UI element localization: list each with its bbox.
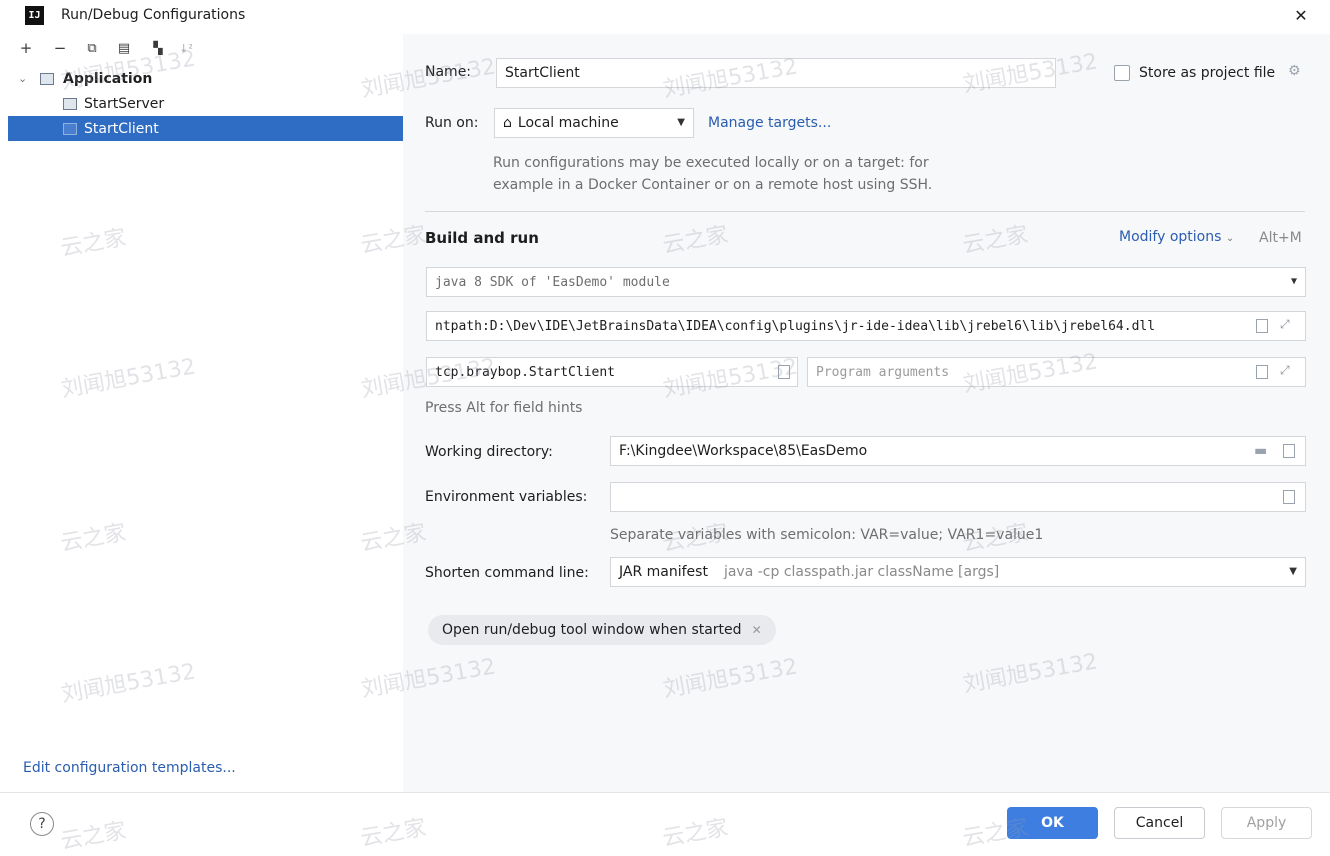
jdk-select[interactable]: java 8 SDK of 'EasDemo' module ▼ — [426, 267, 1306, 297]
intellij-app-icon: IJ — [25, 6, 44, 25]
gear-icon[interactable]: ⚙ — [1288, 63, 1301, 79]
open-tool-window-label: Open run/debug tool window when started — [442, 622, 742, 638]
shorten-command-line-label: Shorten command line: — [425, 565, 589, 581]
expand-icon[interactable]: ⤢ — [1280, 363, 1290, 378]
environment-variables-label: Environment variables: — [425, 489, 588, 505]
run-on-select[interactable]: ⌂ Local machine ▼ — [494, 108, 694, 138]
application-config-icon — [63, 97, 77, 110]
tree-item-startclient[interactable]: StartClient — [8, 116, 403, 141]
cancel-button[interactable]: Cancel — [1114, 807, 1205, 839]
document-icon[interactable] — [1283, 490, 1295, 504]
vm-options-field[interactable]: ntpath:D:\Dev\IDE\JetBrainsData\IDEA\con… — [426, 311, 1306, 341]
run-on-label: Run on: — [425, 115, 479, 131]
build-and-run-title: Build and run — [425, 229, 539, 247]
open-tool-window-option-chip[interactable]: Open run/debug tool window when started … — [428, 615, 776, 645]
shorten-command-line-value: JAR manifest — [619, 564, 708, 580]
tree-group-application[interactable]: ⌄ Application — [8, 66, 403, 91]
chevron-down-icon: ▼ — [1290, 276, 1297, 287]
edit-templates-link[interactable]: Edit configuration templates... — [23, 760, 236, 776]
help-button[interactable]: ? — [30, 812, 54, 836]
configurations-panel — [8, 34, 403, 792]
home-icon: ⌂ — [503, 115, 512, 131]
tree-item-startserver[interactable]: StartServer — [8, 91, 403, 116]
name-field[interactable]: StartClient — [496, 58, 1056, 88]
vm-options-value: ntpath:D:\Dev\IDE\JetBrainsData\IDEA\con… — [435, 318, 1156, 334]
working-directory-field[interactable]: F:\Kingdee\Workspace\85\EasDemo — [610, 436, 1306, 466]
copy-icon[interactable]: ⧉ — [82, 38, 102, 58]
environment-variables-hint: Separate variables with semicolon: VAR=v… — [610, 527, 1044, 543]
apply-button[interactable]: Apply — [1221, 807, 1312, 839]
separator — [425, 211, 1305, 212]
save-icon[interactable]: ▤ — [114, 38, 134, 58]
program-arguments-placeholder: Program arguments — [816, 364, 950, 380]
expand-icon[interactable]: ⤢ — [1280, 317, 1290, 332]
title-bar: IJ Run/Debug Configurations ✕ — [0, 0, 1330, 32]
chevron-down-icon: ⌄ — [1225, 233, 1235, 244]
chevron-down-icon[interactable]: ⌄ — [18, 72, 27, 85]
name-label: Name: — [425, 64, 472, 80]
shorten-command-line-detail: java -cp classpath.jar className [args] — [723, 564, 1000, 580]
move-to-folder-icon[interactable]: ▚ — [148, 38, 168, 58]
document-icon[interactable] — [1256, 365, 1268, 379]
run-debug-dialog: IJ Run/Debug Configurations ✕ + − ⧉ ▤ ▚ … — [0, 0, 1330, 855]
document-icon[interactable] — [1283, 444, 1295, 458]
browse-class-icon[interactable] — [778, 365, 790, 379]
environment-variables-field[interactable] — [610, 482, 1306, 512]
sort-icon[interactable]: ↓² — [176, 38, 196, 58]
main-class-field[interactable]: tcp.braybop.StartClient — [426, 357, 798, 387]
run-on-hint-line1: Run configurations may be executed local… — [493, 155, 929, 171]
program-arguments-field[interactable]: Program arguments — [807, 357, 1306, 387]
modify-options-link[interactable]: Modify options ⌄ — [1119, 229, 1234, 245]
main-class-value: tcp.braybop.StartClient — [435, 364, 616, 380]
document-icon[interactable] — [1256, 319, 1268, 333]
tree-group-label: Application — [63, 70, 153, 87]
working-directory-value: F:\Kingdee\Workspace\85\EasDemo — [619, 443, 868, 459]
application-config-icon — [63, 122, 77, 135]
store-as-project-file-checkbox[interactable] — [1114, 65, 1130, 81]
store-as-project-file-label[interactable]: Store as project file — [1139, 65, 1275, 81]
application-icon — [40, 72, 54, 85]
jdk-value: java 8 SDK of 'EasDemo' module — [435, 274, 670, 290]
modify-options-label: Modify options — [1119, 229, 1222, 245]
run-on-hint-line2: example in a Docker Container or on a re… — [493, 177, 933, 193]
close-icon[interactable]: ✕ — [752, 623, 762, 637]
folder-icon[interactable]: ▬ — [1254, 443, 1267, 459]
chevron-down-icon: ▼ — [1289, 566, 1297, 577]
chevron-down-icon: ▼ — [677, 117, 685, 128]
field-hint: Press Alt for field hints — [425, 400, 583, 416]
working-directory-label: Working directory: — [425, 444, 553, 460]
tree-item-label: StartClient — [84, 120, 159, 137]
manage-targets-link[interactable]: Manage targets... — [708, 115, 831, 131]
close-icon[interactable]: ✕ — [1290, 4, 1312, 26]
modify-options-shortcut: Alt+M — [1259, 230, 1302, 246]
remove-icon[interactable]: − — [50, 38, 70, 58]
tree-item-label: StartServer — [84, 95, 165, 112]
add-icon[interactable]: + — [16, 38, 36, 58]
run-on-value: Local machine — [517, 115, 619, 131]
shorten-command-line-select[interactable]: JAR manifest java -cp classpath.jar clas… — [610, 557, 1306, 587]
ok-button[interactable]: OK — [1007, 807, 1098, 839]
window-title: Run/Debug Configurations — [61, 7, 246, 23]
